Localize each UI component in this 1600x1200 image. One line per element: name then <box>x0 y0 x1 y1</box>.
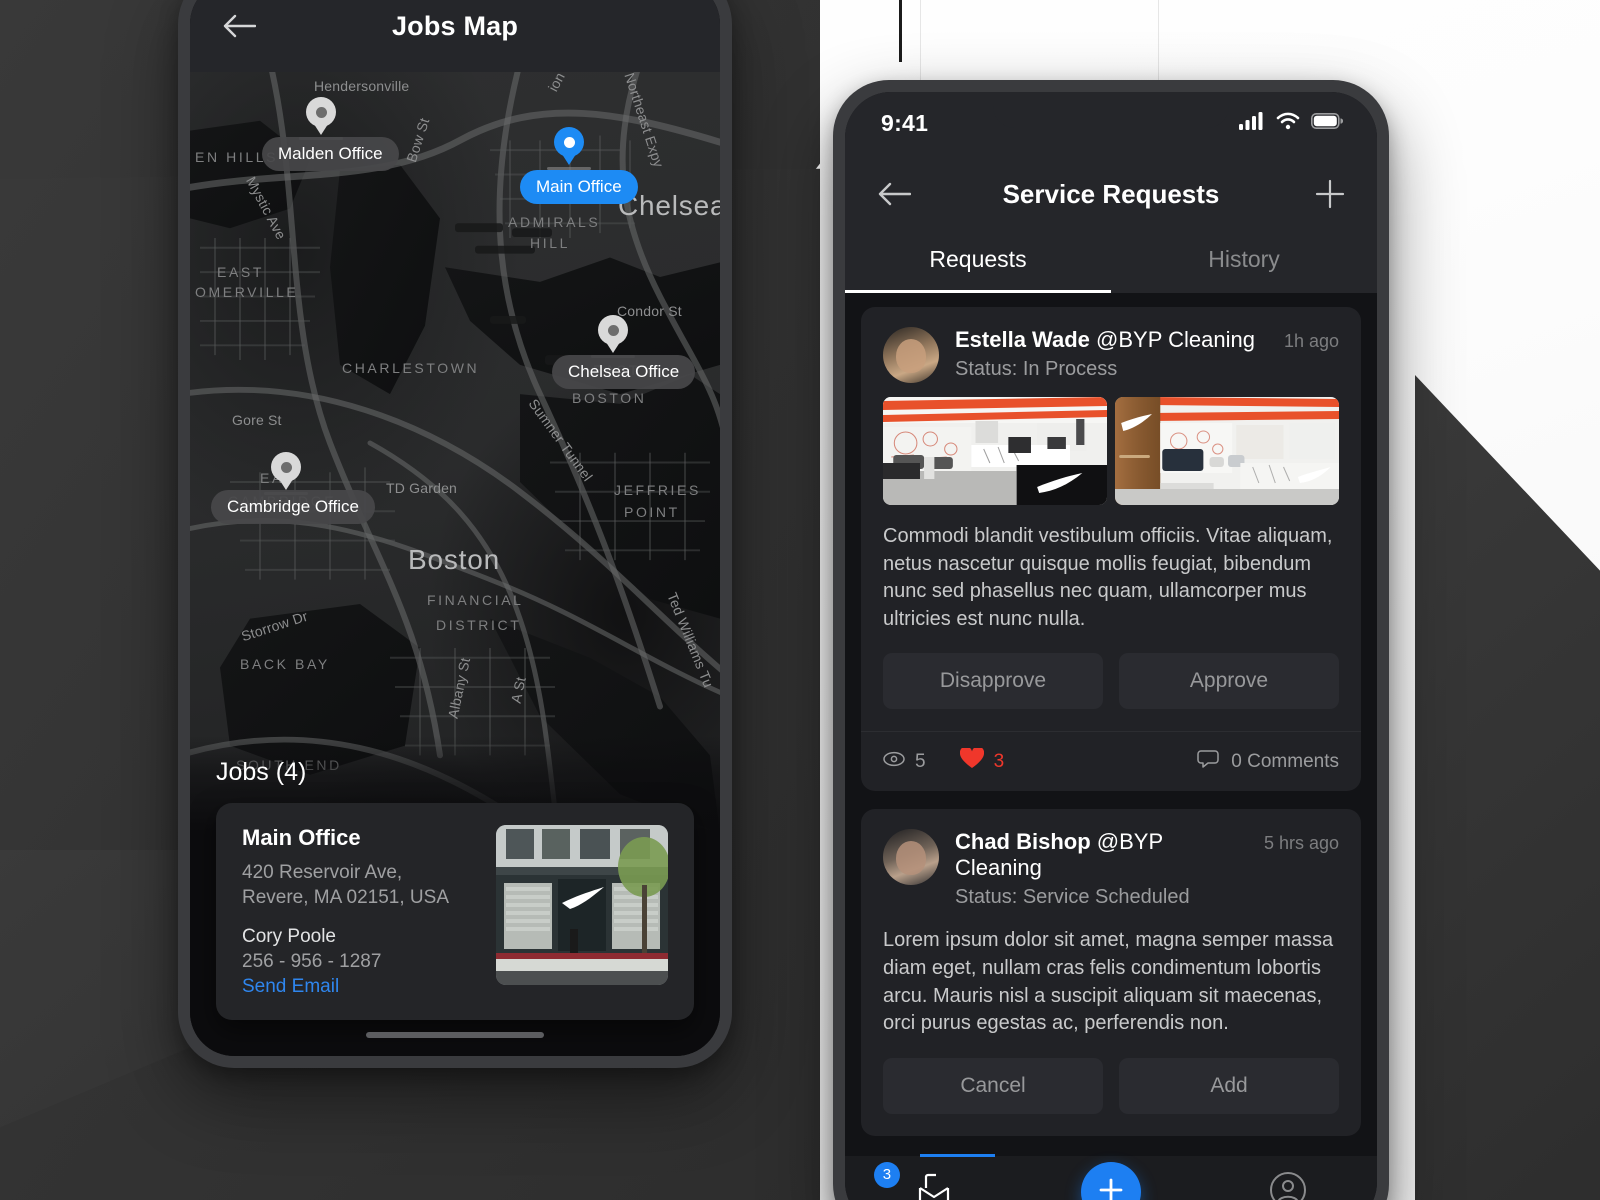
jobs-map-navbar: Jobs Map <box>190 0 720 72</box>
request-meta: Estella Wade @BYP Cleaning 1h ago Status… <box>955 327 1339 381</box>
request-card[interactable]: Chad Bishop @BYP Cleaning 5 hrs ago Stat… <box>861 809 1361 1136</box>
request-author-line: Estella Wade @BYP Cleaning <box>955 327 1255 353</box>
request-stats: 5 3 0 Comments <box>861 731 1361 791</box>
request-actions: Cancel Add <box>861 1038 1361 1136</box>
tab-history[interactable]: History <box>1111 234 1377 293</box>
request-author: Chad Bishop <box>955 829 1091 855</box>
tab-inbox[interactable]: 3 <box>846 1161 1022 1200</box>
phone-jobs-map: Jobs Map Hendersonville ion St Bow St EN… <box>178 0 732 1068</box>
page-title: Jobs Map <box>391 10 519 41</box>
map-chip-chelsea[interactable]: Chelsea Office <box>552 355 696 389</box>
likes-stat[interactable]: 3 <box>959 746 1005 775</box>
disapprove-button[interactable]: Disapprove <box>883 653 1103 710</box>
inbox-icon <box>914 1172 954 1200</box>
tab-create[interactable] <box>1023 1162 1199 1200</box>
page-title: Service Requests <box>1002 178 1220 209</box>
create-fab[interactable] <box>1080 1162 1141 1200</box>
request-status: Status: Service Scheduled <box>955 886 1190 909</box>
request-time: 5 hrs ago <box>1263 833 1339 854</box>
map-pin-malden[interactable] <box>299 97 343 140</box>
tab-requests[interactable]: Requests <box>845 234 1111 293</box>
scene: Jobs Map Hendersonville ion St Bow St EN… <box>0 0 1600 1200</box>
request-status: Status: In Process <box>955 358 1118 380</box>
wifi-icon <box>1276 112 1300 135</box>
avatar <box>883 327 939 383</box>
heart-icon <box>959 746 984 775</box>
back-icon[interactable] <box>877 181 912 207</box>
avatar <box>883 829 939 886</box>
approve-button[interactable]: Approve <box>1119 653 1339 710</box>
battery-icon <box>1311 112 1344 134</box>
request-photos[interactable] <box>861 383 1361 505</box>
comment-bubble-icon <box>1197 749 1221 775</box>
request-actions: Disapprove Approve <box>861 633 1361 731</box>
comments-count: 0 Comments <box>1231 750 1339 772</box>
job-name: Main Office <box>242 825 361 850</box>
request-handle: @BYP Cleaning <box>1096 327 1255 352</box>
requests-feed[interactable]: Estella Wade @BYP Cleaning 1h ago Status… <box>845 293 1377 1160</box>
map-chip-malden[interactable]: Malden Office <box>262 137 399 171</box>
jobs-sheet: Jobs (4) Main Office 420 Reservoir Ave, … <box>190 736 720 1056</box>
storefront-photo <box>496 825 668 985</box>
inbox-badge: 3 <box>873 1161 900 1188</box>
request-photo[interactable] <box>883 397 1107 505</box>
likes-count: 3 <box>993 750 1005 772</box>
job-address-line2: Revere, MA 02151, USA <box>242 887 449 909</box>
comments-stat[interactable]: 0 Comments <box>1197 749 1339 775</box>
job-card[interactable]: Main Office 420 Reservoir Ave, Revere, M… <box>216 803 694 1021</box>
request-header: Chad Bishop @BYP Cleaning 5 hrs ago Stat… <box>861 809 1361 909</box>
status-time: 9:41 <box>881 109 929 136</box>
bottom-tab-bar: 3 <box>845 1154 1377 1200</box>
jobs-heading: Jobs (4) <box>216 758 307 786</box>
device-notch <box>993 92 1229 128</box>
request-author-line: Chad Bishop @BYP Cleaning <box>955 829 1254 881</box>
job-phone[interactable]: 256 - 956 - 1287 <box>242 951 478 973</box>
request-author: Estella Wade <box>955 327 1090 352</box>
status-icons <box>1239 111 1344 135</box>
tab-profile[interactable] <box>1201 1171 1377 1200</box>
active-tab-indicator <box>920 1154 995 1157</box>
job-address-line1: 420 Reservoir Ave, <box>242 862 403 883</box>
request-time: 1h ago <box>1283 331 1339 351</box>
office-photo-1 <box>883 397 1107 505</box>
signal-bars-icon <box>1239 111 1265 135</box>
office-photo-2 <box>1115 397 1339 505</box>
map-pin-chelsea[interactable] <box>591 315 635 358</box>
cancel-button[interactable]: Cancel <box>883 1057 1103 1114</box>
request-photo[interactable] <box>1115 397 1339 505</box>
home-indicator <box>366 1032 544 1038</box>
guide-line-dark <box>899 0 902 62</box>
job-thumbnail <box>496 825 668 985</box>
request-meta: Chad Bishop @BYP Cleaning 5 hrs ago Stat… <box>955 829 1339 909</box>
phone-service-requests: 9:41 Service Requests Requests History E… <box>833 80 1389 1200</box>
map-chip-main[interactable]: Main Office <box>520 170 638 204</box>
plus-icon <box>1097 1176 1125 1200</box>
back-icon[interactable] <box>222 13 257 39</box>
request-card[interactable]: Estella Wade @BYP Cleaning 1h ago Status… <box>861 307 1361 792</box>
service-requests-navbar: Service Requests <box>845 154 1377 234</box>
service-requests-screen: 9:41 Service Requests Requests History E… <box>845 92 1377 1200</box>
request-body: Lorem ipsum dolor sit amet, magna semper… <box>883 929 1334 1035</box>
map-chip-cambridge[interactable]: Cambridge Office <box>211 490 375 524</box>
request-header: Estella Wade @BYP Cleaning 1h ago Status… <box>861 307 1361 383</box>
request-body: Commodi blandit vestibulum officiis. Vit… <box>883 525 1333 630</box>
plus-icon[interactable] <box>1315 179 1345 209</box>
views-count: 5 <box>915 750 926 772</box>
jobs-map-screen: Jobs Map Hendersonville ion St Bow St EN… <box>190 0 720 1056</box>
tab-bar: Requests History <box>845 234 1377 293</box>
send-email-link[interactable]: Send Email <box>242 976 478 998</box>
job-contact-name: Cory Poole <box>242 926 336 948</box>
job-card-info: Main Office 420 Reservoir Ave, Revere, M… <box>242 825 478 998</box>
map-pin-main[interactable] <box>547 127 591 170</box>
views-stat[interactable]: 5 <box>883 751 926 773</box>
add-button[interactable]: Add <box>1119 1057 1339 1114</box>
eye-icon <box>883 751 905 773</box>
map-canvas[interactable]: Hendersonville ion St Bow St EN HILLS No… <box>190 72 720 1056</box>
user-circle-icon <box>1269 1171 1307 1200</box>
map-pin-cambridge[interactable] <box>264 452 308 495</box>
